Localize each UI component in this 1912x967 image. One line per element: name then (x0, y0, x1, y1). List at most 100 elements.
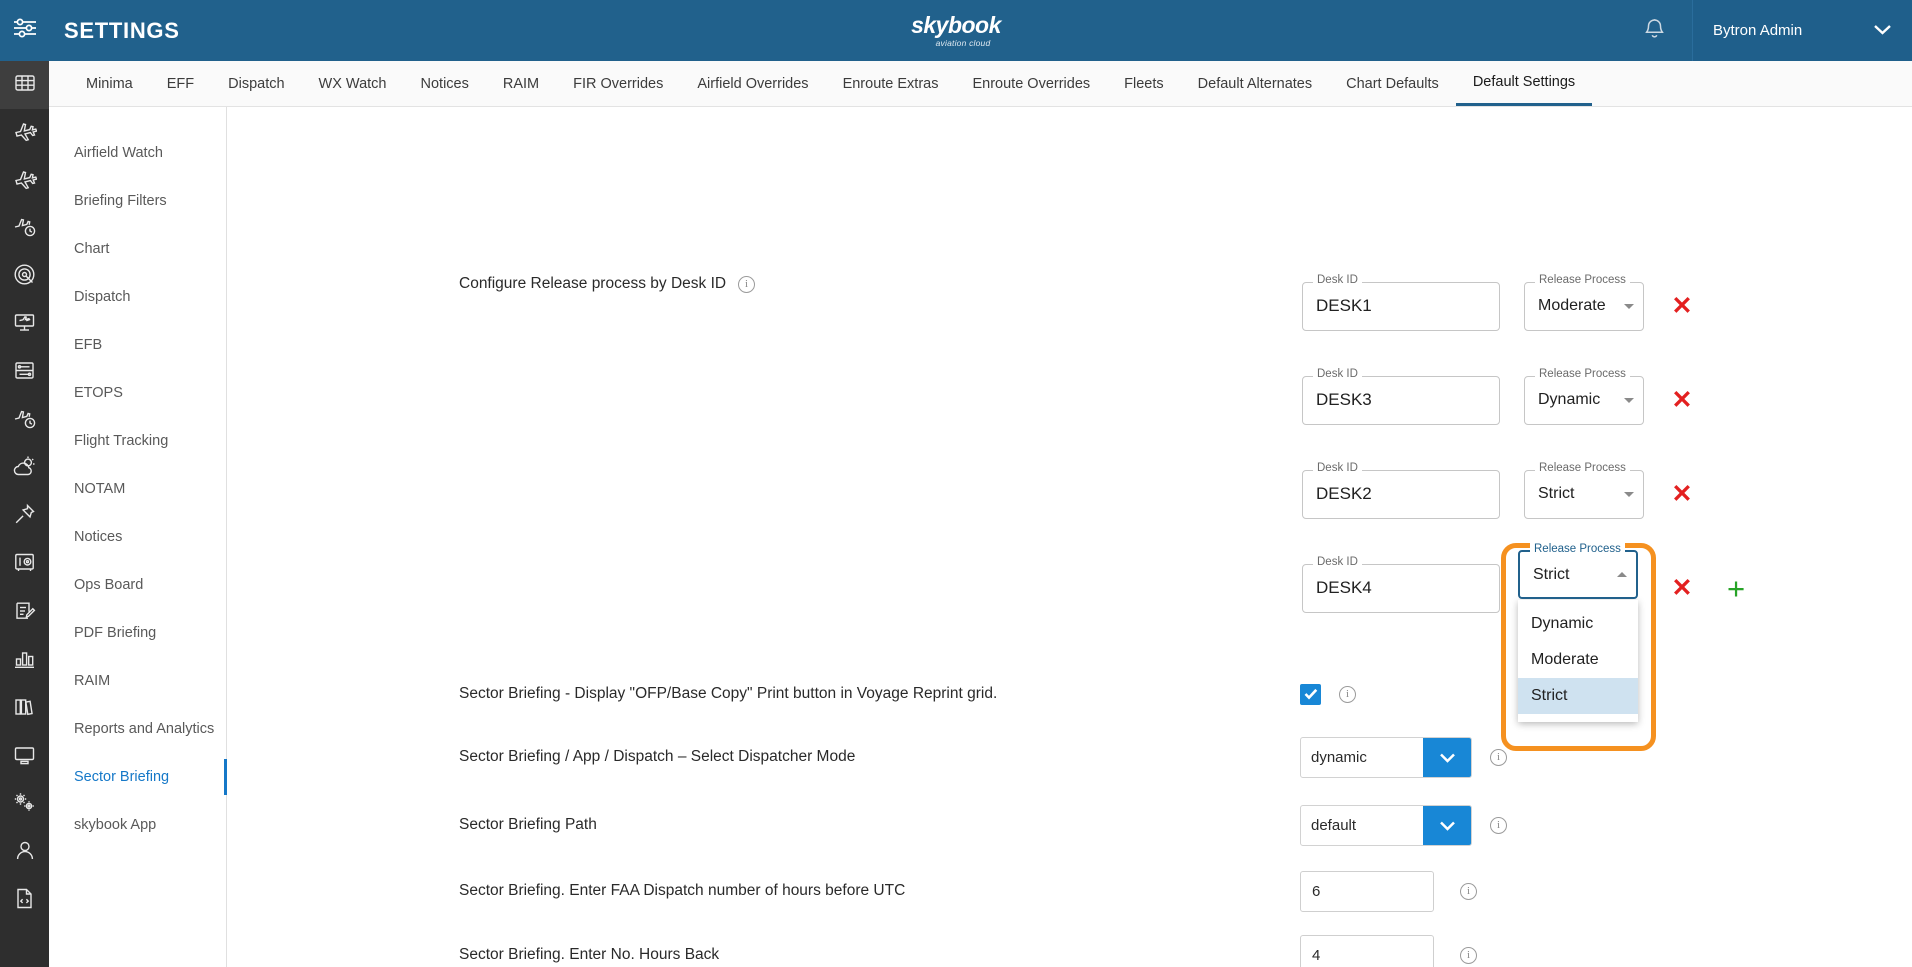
setting-row: Sector Briefing Path default i (227, 793, 1912, 857)
content-area: Airfield Watch Briefing Filters Chart Di… (49, 107, 1912, 967)
info-icon[interactable]: i (1460, 882, 1477, 900)
page-title: SETTINGS (64, 17, 180, 43)
rail-item-library[interactable] (0, 685, 49, 733)
tab-dispatch[interactable]: Dispatch (211, 61, 301, 106)
rail-item-api[interactable] (0, 877, 49, 925)
info-icon[interactable]: i (1339, 685, 1356, 703)
aircraft-clock-icon (13, 215, 37, 244)
top-header-bar: SETTINGS skybook aviation cloud Bytron A… (0, 0, 1912, 61)
hours-back-input[interactable]: 4 (1300, 934, 1434, 967)
desk-id-input[interactable]: DESK1 (1302, 281, 1500, 331)
rail-item-vault[interactable] (0, 541, 49, 589)
rail-item-dashboard[interactable] (0, 61, 49, 109)
dropdown-option-dynamic[interactable]: Dynamic (1518, 606, 1638, 642)
tab-chart-defaults[interactable]: Chart Defaults (1329, 61, 1456, 106)
rail-item-settings[interactable] (0, 781, 49, 829)
chevron-down-icon[interactable] (1423, 737, 1471, 777)
rail-item-flight-schedule[interactable] (0, 205, 49, 253)
setting-control-group: dynamic i (1300, 736, 1507, 778)
rail-item-notam-pin[interactable] (0, 493, 49, 541)
tab-notices[interactable]: Notices (404, 61, 486, 106)
desk-id-field[interactable]: Desk ID DESK1 (1302, 273, 1500, 331)
chevron-down-icon (1624, 303, 1634, 309)
menu-toggle-button[interactable] (0, 0, 49, 61)
tab-raim[interactable]: RAIM (486, 61, 556, 106)
sidenav-item-sector-briefing[interactable]: Sector Briefing (49, 753, 227, 801)
notifications-button[interactable] (1616, 0, 1692, 61)
sidenav-item-pdf-briefing[interactable]: PDF Briefing (49, 609, 226, 657)
release-process-value: Dynamic (1538, 391, 1601, 408)
sidenav-item-reports-and-analytics[interactable]: Reports and Analytics (49, 705, 226, 753)
add-desk-row-button[interactable]: + (1715, 573, 1757, 604)
release-process-field[interactable]: Release Process Moderate (1524, 273, 1644, 331)
sidenav-item-dispatch[interactable]: Dispatch (49, 273, 226, 321)
faa-dispatch-hours-input[interactable]: 6 (1300, 870, 1434, 912)
sidenav-item-efb[interactable]: EFB (49, 321, 226, 369)
sidenav-item-chart[interactable]: Chart (49, 225, 226, 273)
release-process-value: Strict (1538, 485, 1575, 502)
sector-briefing-path-select[interactable]: default (1300, 804, 1472, 846)
release-process-field[interactable]: Release Process Strict (1524, 461, 1644, 519)
remove-desk-row-button[interactable]: ✕ (1661, 387, 1703, 413)
sidenav-item-flight-tracking[interactable]: Flight Tracking (49, 417, 226, 465)
tab-enroute-extras[interactable]: Enroute Extras (826, 61, 956, 106)
sidenav-item-airfield-watch[interactable]: Airfield Watch (49, 129, 226, 177)
info-icon[interactable]: i (1490, 816, 1507, 834)
desk-id-input[interactable]: DESK2 (1302, 469, 1500, 519)
rail-item-departures[interactable] (0, 109, 49, 157)
sidenav-item-raim[interactable]: RAIM (49, 657, 226, 705)
remove-desk-row-button[interactable]: ✕ (1661, 575, 1703, 601)
release-process-select[interactable]: Strict (1524, 469, 1644, 519)
rail-item-flight-tracking[interactable] (0, 397, 49, 445)
user-menu[interactable]: Bytron Admin (1692, 0, 1912, 61)
rail-item-analytics[interactable] (0, 637, 49, 685)
ofp-base-copy-checkbox[interactable] (1300, 683, 1321, 705)
rail-item-users[interactable] (0, 829, 49, 877)
runway-rows-icon (13, 359, 36, 387)
rail-item-weather[interactable] (0, 445, 49, 493)
tab-airfield-overrides[interactable]: Airfield Overrides (680, 61, 825, 106)
desk-id-label: Desk ID (1313, 461, 1362, 474)
info-icon[interactable]: i (738, 275, 756, 293)
tab-fir-overrides[interactable]: FIR Overrides (556, 61, 680, 106)
info-icon[interactable]: i (1490, 748, 1507, 766)
sidenav-item-briefing-filters[interactable]: Briefing Filters (49, 177, 226, 225)
sidenav-item-notices[interactable]: Notices (49, 513, 226, 561)
tab-default-settings[interactable]: Default Settings (1455, 61, 1593, 106)
tab-eff[interactable]: EFF (150, 61, 211, 106)
release-process-field[interactable]: Release Process Dynamic (1524, 367, 1644, 425)
rail-item-flight-board[interactable] (0, 301, 49, 349)
sidenav-item-etops[interactable]: ETOPS (49, 369, 226, 417)
rail-item-reports-edit[interactable] (0, 589, 49, 637)
tab-minima[interactable]: Minima (69, 61, 150, 106)
release-process-select[interactable]: Moderate (1524, 281, 1644, 331)
rail-item-radar[interactable] (0, 253, 49, 301)
sidenav-item-notam[interactable]: NOTAM (49, 465, 226, 513)
desk-id-input[interactable]: DESK4 (1302, 563, 1500, 613)
desk-id-field[interactable]: Desk ID DESK3 (1302, 367, 1500, 425)
tab-fleets[interactable]: Fleets (1107, 61, 1181, 106)
release-process-select-focused[interactable]: Release Process Strict (1518, 543, 1638, 599)
remove-desk-row-button[interactable]: ✕ (1661, 293, 1703, 319)
info-icon[interactable]: i (1460, 946, 1477, 964)
dispatcher-mode-select[interactable]: dynamic (1300, 736, 1472, 778)
dropdown-option-strict[interactable]: Strict (1518, 678, 1638, 714)
desk-id-input[interactable]: DESK3 (1302, 375, 1500, 425)
rail-item-runway-rows[interactable] (0, 349, 49, 397)
dropdown-option-moderate[interactable]: Moderate (1518, 642, 1638, 678)
tab-enroute-overrides[interactable]: Enroute Overrides (955, 61, 1107, 106)
release-process-select[interactable]: Dynamic (1524, 375, 1644, 425)
desk-id-field[interactable]: Desk ID DESK4 (1302, 555, 1500, 613)
tab-default-alternates[interactable]: Default Alternates (1181, 61, 1329, 106)
tab-wx-watch[interactable]: WX Watch (302, 61, 404, 106)
chevron-down-icon[interactable] (1423, 805, 1471, 845)
aircraft-track-icon (13, 407, 37, 436)
dropdown-options-panel: Dynamic Moderate Strict (1518, 600, 1638, 722)
rail-item-arrivals[interactable] (0, 157, 49, 205)
rail-item-display[interactable] (0, 733, 49, 781)
remove-desk-row-button[interactable]: ✕ (1661, 481, 1703, 507)
brand-tagline: aviation cloud (935, 37, 991, 48)
desk-id-field[interactable]: Desk ID DESK2 (1302, 461, 1500, 519)
sidenav-item-ops-board[interactable]: Ops Board (49, 561, 226, 609)
sidenav-item-skybook-app[interactable]: skybook App (49, 801, 226, 849)
